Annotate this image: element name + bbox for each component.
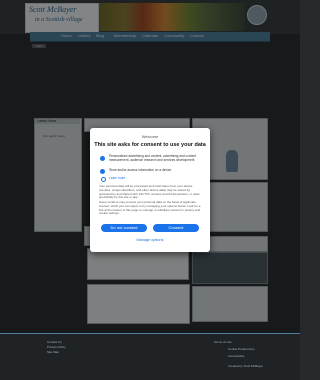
footer-credit: Created by Scott McBayer <box>228 364 264 368</box>
consent-welcome: Welcome <box>141 134 159 139</box>
footer-link-sitemap[interactable]: Site Map <box>47 350 59 354</box>
consent-dialog: Welcome This site asks for consent to us… <box>90 128 210 252</box>
consent-body: Your personal data will be processed and… <box>99 184 200 200</box>
footer-link-contact[interactable]: Contact Us <box>47 340 62 344</box>
site-footer <box>0 333 300 380</box>
manage-options-link[interactable]: Manage options <box>90 238 210 242</box>
do-not-consent-button[interactable]: Do not consent <box>101 224 147 232</box>
footer-link-cookies[interactable]: Cookie Preferences <box>228 347 254 351</box>
consent-title: This site asks for consent to use your d… <box>94 142 206 148</box>
consent-body-legitimate-interest: Some vendors may process your personal d… <box>99 200 201 216</box>
consent-button[interactable]: Consent <box>153 224 199 232</box>
personalised-ads-icon <box>100 156 105 161</box>
footer-link-accessibility[interactable]: Accessibility <box>228 354 244 358</box>
expand-icon <box>101 177 106 182</box>
footer-link-privacy[interactable]: Privacy Policy <box>47 345 66 349</box>
footer-link-terms[interactable]: Terms of Use <box>214 340 232 344</box>
consent-purpose: Store and/or access information on a dev… <box>109 168 172 172</box>
learn-more-link[interactable]: Learn more <box>109 176 125 180</box>
device-storage-icon <box>100 169 105 174</box>
consent-purpose: Personalised advertising and content, ad… <box>109 154 197 162</box>
